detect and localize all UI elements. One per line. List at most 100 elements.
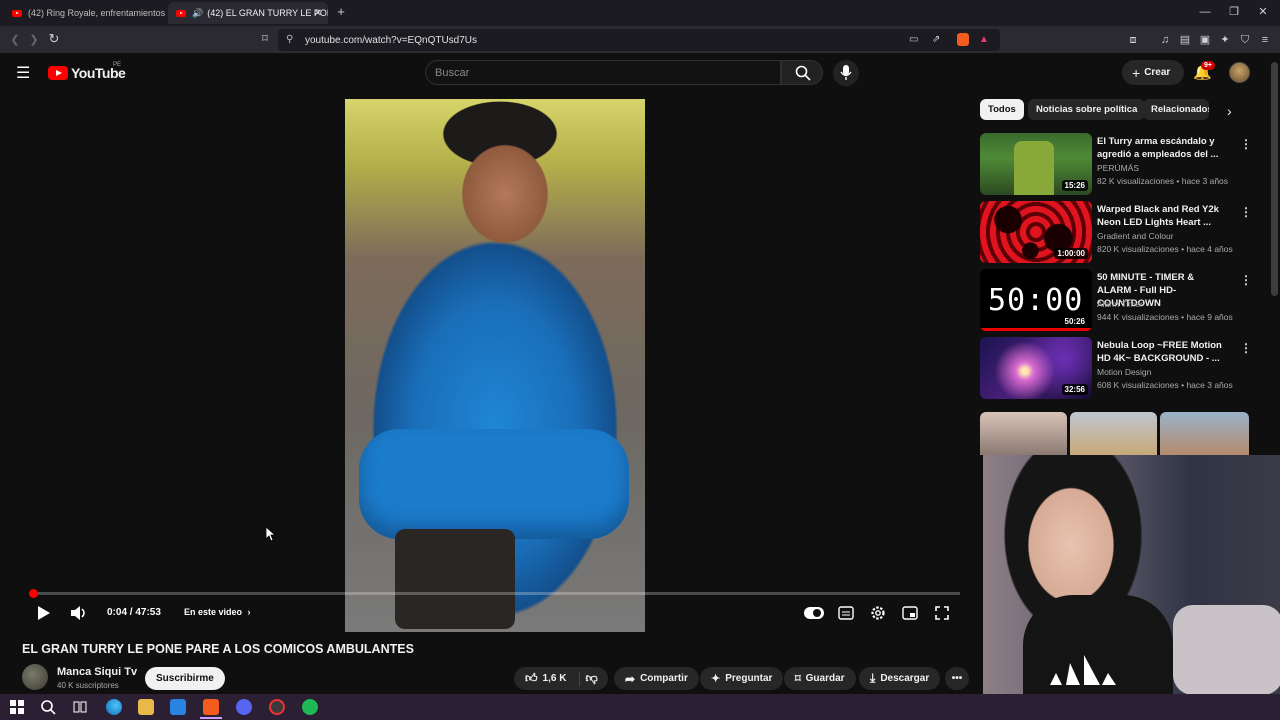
- video-thumbnail[interactable]: [980, 412, 1067, 455]
- tab-label: (42) EL GRAN TURRY LE PONE: [207, 8, 328, 18]
- chip-todos[interactable]: Todos: [980, 99, 1024, 120]
- edge-browser-icon[interactable]: [106, 699, 122, 715]
- chip-relacionados[interactable]: Relacionados: [1143, 99, 1209, 120]
- wallet-icon[interactable]: ▣: [1198, 34, 1212, 46]
- create-button[interactable]: + Crear: [1122, 60, 1184, 85]
- ask-button[interactable]: ✦ Preguntar: [700, 667, 784, 690]
- site-info-icon[interactable]: ⚲: [286, 34, 293, 45]
- file-explorer-icon[interactable]: [138, 699, 154, 715]
- chip-label: Noticias sobre política: [1036, 104, 1138, 115]
- save-button[interactable]: ⌑ Guardar: [784, 667, 856, 690]
- video-thumbnail[interactable]: 1:00:00: [980, 201, 1092, 263]
- more-vertical-icon[interactable]: ⋮: [1240, 137, 1252, 151]
- chip-noticias[interactable]: Noticias sobre política: [1028, 99, 1146, 120]
- brave-shield-icon[interactable]: [957, 33, 969, 46]
- dislike-icon[interactable]: 👎︎: [585, 671, 597, 686]
- voice-search-button[interactable]: [833, 60, 859, 86]
- chapter-button[interactable]: En este video ›: [184, 607, 251, 617]
- miniplayer-icon[interactable]: [902, 606, 918, 620]
- browser-tab[interactable]: (42) Ring Royale, enfrentamientos EM: [4, 2, 166, 24]
- subscribe-label: Suscribirme: [156, 673, 214, 684]
- address-bar[interactable]: ⚲ youtube.com/watch?v=EQnQTUsd7Us ▭ ⇗ ▲: [278, 29, 1000, 51]
- taskbar-search-icon[interactable]: [40, 699, 56, 715]
- user-avatar[interactable]: [1229, 62, 1250, 83]
- task-view-icon[interactable]: [72, 699, 88, 715]
- progress-bar[interactable]: [29, 589, 960, 598]
- share-page-icon[interactable]: ⇗: [932, 34, 940, 45]
- volume-icon[interactable]: [70, 605, 88, 621]
- video-thumbnail[interactable]: [1070, 412, 1157, 455]
- channel-avatar[interactable]: [22, 664, 48, 690]
- video-thumbnail[interactable]: 50:00 50:26: [980, 269, 1092, 331]
- chapter-label: En este video: [184, 607, 243, 617]
- video-thumbnail[interactable]: 32:56: [980, 337, 1092, 399]
- minimize-icon[interactable]: —: [1198, 6, 1212, 18]
- settings-gear-icon[interactable]: [870, 605, 886, 621]
- share-button[interactable]: ➦ Compartir: [614, 667, 699, 690]
- discord-icon[interactable]: [236, 699, 252, 715]
- side-panel-icon[interactable]: ▤: [1178, 34, 1192, 46]
- search-button[interactable]: [781, 60, 823, 85]
- window-close-icon[interactable]: ✕: [1256, 6, 1270, 18]
- recommendation-title[interactable]: Warped Black and Red Y2k Neon LED Lights…: [1097, 203, 1225, 229]
- page-scrollbar[interactable]: [1271, 62, 1278, 296]
- subtitles-icon[interactable]: [838, 606, 854, 620]
- subscribe-button[interactable]: Suscribirme: [145, 667, 225, 690]
- forward-icon[interactable]: ❯: [27, 34, 41, 46]
- hamburger-menu-icon[interactable]: ☰: [16, 63, 30, 83]
- cast-icon[interactable]: ▭: [909, 34, 918, 45]
- restore-icon[interactable]: ❐: [1227, 6, 1241, 18]
- notification-badge: 9+: [1201, 61, 1215, 70]
- browser-tab-active[interactable]: 🔊 (42) EL GRAN TURRY LE PONE ✕: [168, 2, 328, 24]
- recommendation-item[interactable]: 15:26 El Turry arma escándalo y agredió …: [980, 133, 1252, 195]
- search-input[interactable]: Buscar: [425, 60, 781, 85]
- new-tab-icon[interactable]: +: [334, 5, 348, 18]
- back-icon[interactable]: ❮: [8, 34, 22, 46]
- youtube-logo-icon[interactable]: [48, 66, 68, 80]
- brave-browser-icon[interactable]: [203, 699, 219, 715]
- reload-icon[interactable]: ↻: [47, 32, 61, 45]
- more-horizontal-icon: •••: [951, 673, 963, 684]
- recommendation-channel[interactable]: Motion Design: [1097, 367, 1151, 377]
- video-thumbnail[interactable]: [1160, 412, 1249, 455]
- recommendation-channel[interactable]: PERÚMÁS: [1097, 163, 1139, 173]
- channel-name[interactable]: Manca Siqui Tv: [57, 666, 137, 678]
- recommendation-channel[interactable]: Gradient and Colour: [1097, 231, 1174, 241]
- recommendation-item[interactable]: 50:00 50:26 50 MINUTE - TIMER & ALARM - …: [980, 269, 1252, 331]
- recommendation-channel[interactable]: Alarm Timer: [1097, 299, 1143, 309]
- sidebar-toggle-icon[interactable]: ⧈: [1126, 34, 1140, 46]
- chip-label: Relacionados: [1151, 104, 1209, 115]
- bookmark-icon[interactable]: ⌑: [258, 33, 272, 45]
- webcam-background-shape: [1173, 605, 1280, 695]
- search-placeholder: Buscar: [435, 66, 470, 79]
- autoplay-toggle[interactable]: [804, 607, 824, 619]
- spotify-icon[interactable]: [302, 699, 318, 715]
- mail-icon[interactable]: [170, 699, 186, 715]
- menu-icon[interactable]: ≡: [1258, 34, 1272, 46]
- play-icon[interactable]: [37, 606, 50, 620]
- obs-icon[interactable]: [269, 699, 285, 715]
- video-thumbnail[interactable]: 15:26: [980, 133, 1092, 195]
- brave-rewards-icon[interactable]: ▲: [979, 34, 989, 45]
- fullscreen-icon[interactable]: [935, 606, 949, 620]
- close-tab-icon[interactable]: ✕: [314, 8, 322, 19]
- more-vertical-icon[interactable]: ⋮: [1240, 341, 1252, 355]
- recommendation-item[interactable]: 32:56 Nebula Loop ~FREE Motion HD 4K~ BA…: [980, 337, 1252, 399]
- vpn-icon[interactable]: ⛉: [1238, 34, 1252, 46]
- more-vertical-icon[interactable]: ⋮: [1240, 205, 1252, 219]
- chips-next-chevron-icon[interactable]: ›: [1227, 103, 1232, 119]
- windows-start-icon[interactable]: [9, 699, 25, 715]
- more-actions-button[interactable]: •••: [945, 667, 969, 690]
- download-button[interactable]: ⤓ Descargar: [859, 667, 941, 690]
- recommendation-item[interactable]: 1:00:00 Warped Black and Red Y2k Neon LE…: [980, 201, 1252, 263]
- video-frame[interactable]: [345, 99, 645, 632]
- more-vertical-icon[interactable]: ⋮: [1240, 273, 1252, 287]
- like-count[interactable]: 1,6 K: [543, 673, 567, 684]
- scrubber-handle[interactable]: [29, 589, 39, 598]
- url-text: youtube.com/watch?v=EQnQTUsd7Us: [305, 34, 478, 46]
- music-icon[interactable]: ♫: [1158, 34, 1172, 46]
- like-icon[interactable]: 👍︎: [525, 671, 538, 686]
- recommendation-title[interactable]: El Turry arma escándalo y agredió a empl…: [1097, 135, 1225, 161]
- recommendation-title[interactable]: Nebula Loop ~FREE Motion HD 4K~ BACKGROU…: [1097, 339, 1225, 365]
- leo-ai-icon[interactable]: ✦: [1218, 34, 1232, 46]
